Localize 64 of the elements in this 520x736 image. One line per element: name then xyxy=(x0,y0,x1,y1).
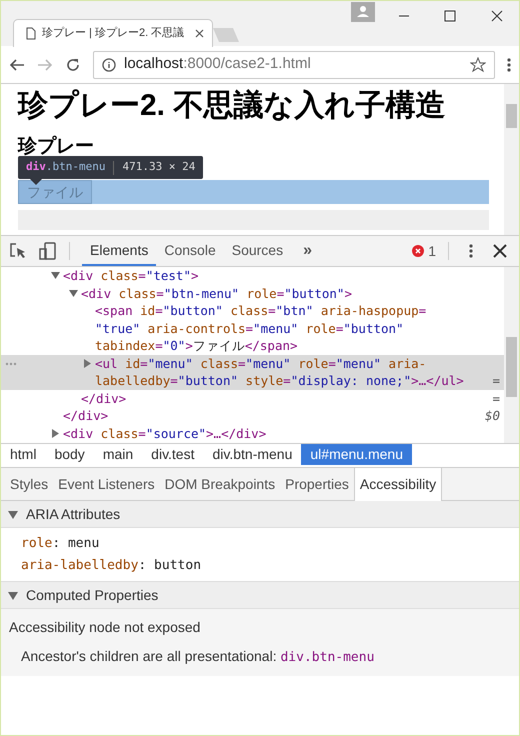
dom-node-line[interactable]: labelledby="button" style="display: none;">…</ul> xyxy=(95,372,464,390)
section-title[interactable]: Computed Properties xyxy=(26,584,158,606)
error-icon[interactable] xyxy=(412,245,424,257)
sidebar-tab[interactable]: DOM Breakpoints xyxy=(160,468,280,500)
dom-node-line[interactable]: <div class="test"> xyxy=(63,267,198,284)
breadcrumb[interactable]: body xyxy=(45,444,94,465)
maximize-icon[interactable] xyxy=(444,10,456,22)
sidebar-tab[interactable]: Event Listeners xyxy=(53,468,160,500)
sidebar-tab[interactable]: Properties xyxy=(280,468,354,500)
disclosure-triangle-icon[interactable] xyxy=(8,590,18,600)
error-count: 1 xyxy=(428,242,436,260)
section-heading: 珍プレー xyxy=(18,136,94,158)
info-icon xyxy=(102,58,116,72)
address-bar[interactable]: localhost:8000/case2-1.html xyxy=(93,50,495,78)
status-message: Accessibility node not exposed xyxy=(8,618,202,637)
aria-attribute: role: menu xyxy=(21,535,100,553)
breadcrumb[interactable]: ul#menu.menu xyxy=(301,444,412,465)
scrollbar[interactable] xyxy=(504,267,519,443)
devtools-tab[interactable]: Elements xyxy=(82,236,156,266)
close-icon[interactable] xyxy=(493,244,507,258)
disclosure-triangle-icon[interactable] xyxy=(83,358,92,368)
reason-text: Ancestor's children are all presentational: div.btn-menu xyxy=(20,647,376,667)
dom-node-line[interactable]: <div class="source">…</div> xyxy=(63,424,266,442)
page-heading: 珍プレー2. 不思議な入れ子構造 xyxy=(18,88,446,124)
back-icon[interactable] xyxy=(9,58,25,72)
star-icon[interactable] xyxy=(470,56,486,72)
document-icon xyxy=(26,27,36,40)
devtools-tab[interactable]: Sources xyxy=(224,236,292,266)
breadcrumb[interactable]: main xyxy=(94,444,142,465)
node-link[interactable]: div.btn-menu xyxy=(280,650,374,665)
reload-icon[interactable] xyxy=(65,56,81,72)
dom-node-line[interactable]: </div> xyxy=(81,390,126,406)
disclosure-triangle-icon[interactable] xyxy=(8,510,18,518)
disclosure-triangle-icon[interactable] xyxy=(51,271,60,280)
selected-node-marker: = xyxy=(492,390,500,407)
inspect-icon[interactable] xyxy=(9,242,27,260)
more-tabs-button[interactable]: » xyxy=(303,239,312,263)
dom-node-line[interactable]: "true" aria-controls="menu" role="button" xyxy=(95,320,404,337)
browser-tab[interactable]: 珍プレー | 珍プレー2. 不思議 xyxy=(13,19,213,47)
dom-node-line[interactable]: </div> xyxy=(63,408,108,423)
url-text: localhost:8000/case2-1.html xyxy=(124,54,311,74)
scrollbar[interactable] xyxy=(504,84,519,235)
close-icon[interactable] xyxy=(195,29,204,38)
breadcrumb[interactable]: div.test xyxy=(142,444,204,465)
selected-node-marker: = xyxy=(492,372,500,390)
breadcrumb[interactable]: div.btn-menu xyxy=(203,444,302,465)
section-title[interactable]: ARIA Attributes xyxy=(26,504,120,524)
element-tooltip: div.btn-menu 471.33 × 24 xyxy=(18,156,204,179)
aria-attribute: aria-labelledby: button xyxy=(21,556,202,574)
sidebar-tab[interactable]: Accessibility xyxy=(354,468,442,501)
dom-node-line[interactable]: <div class="btn-menu" role="button"> xyxy=(81,284,352,302)
devtools-tab[interactable]: Console xyxy=(156,236,224,266)
dom-node-line[interactable]: <ul id="menu" class="menu" role="menu" aria- xyxy=(95,354,426,372)
dom-node-line[interactable]: <span id="button" class="btn" aria-haspopup= xyxy=(95,302,426,320)
breadcrumb[interactable]: html xyxy=(1,444,46,465)
dom-node-line[interactable]: tabindex="0">ファイル</span> xyxy=(95,337,298,354)
sidebar-tab[interactable]: Styles xyxy=(5,468,54,500)
close-icon[interactable] xyxy=(491,10,503,22)
menu-icon[interactable] xyxy=(507,56,511,72)
device-icon[interactable] xyxy=(39,242,57,260)
more-options-icon[interactable] xyxy=(469,243,473,259)
disclosure-triangle-icon[interactable] xyxy=(51,428,60,438)
disclosure-triangle-icon[interactable] xyxy=(69,288,78,298)
selected-node-marker: $0 xyxy=(484,407,500,424)
